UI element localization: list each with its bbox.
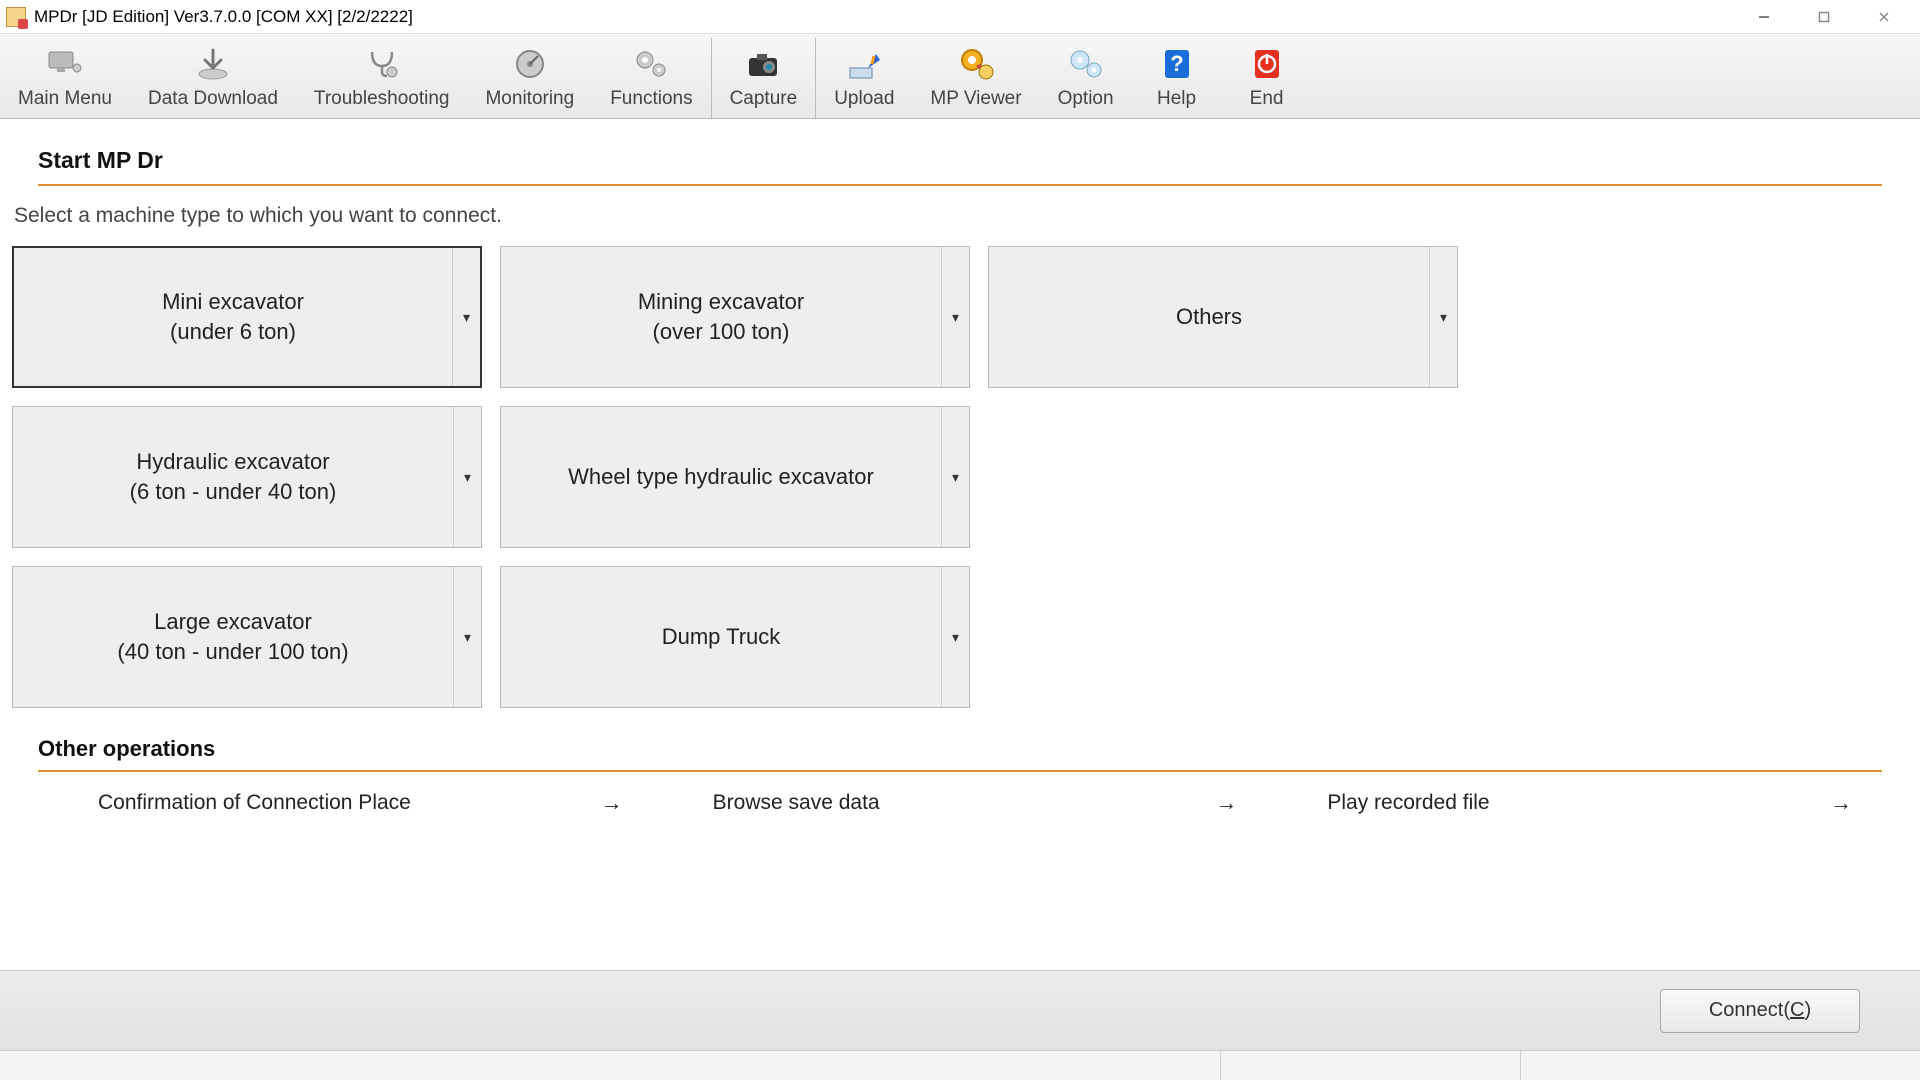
status-segment — [1220, 1051, 1520, 1080]
toolbar-mp-viewer[interactable]: MP Viewer — [912, 38, 1039, 118]
status-segment — [1520, 1051, 1920, 1080]
connect-button[interactable]: Connect(C) — [1660, 989, 1860, 1033]
toolbar-monitoring[interactable]: Monitoring — [467, 38, 592, 118]
arrow-right-icon: → — [601, 790, 623, 816]
toolbar-label: Data Download — [148, 88, 278, 110]
main-content: Start MP Dr Select a machine type to whi… — [0, 119, 1920, 970]
chevron-down-icon: ▾ — [463, 309, 470, 326]
chevron-down-icon: ▾ — [464, 469, 471, 486]
viewer-icon — [954, 44, 998, 84]
toolbar-label: Upload — [834, 88, 894, 110]
machine-label-line1: Mining excavator — [638, 287, 804, 317]
machine-label-line2: (over 100 ton) — [653, 317, 790, 347]
chevron-down-icon: ▾ — [1440, 309, 1447, 326]
arrow-right-icon: → — [1215, 790, 1237, 816]
toolbar-main-menu[interactable]: Main Menu — [0, 38, 130, 118]
connect-label-prefix: Connect( — [1709, 999, 1790, 1022]
toolbar-label: MP Viewer — [930, 88, 1021, 110]
machine-label-line2: (under 6 ton) — [170, 317, 296, 347]
machine-others[interactable]: Others ▾ — [988, 246, 1458, 388]
machine-wheel-hydraulic[interactable]: Wheel type hydraulic excavator ▾ — [500, 406, 970, 548]
arrow-right-icon: → — [1830, 790, 1852, 816]
page-title: Start MP Dr — [8, 129, 1912, 184]
chevron-down-icon: ▾ — [952, 469, 959, 486]
chevron-down-icon: ▾ — [952, 629, 959, 646]
app-icon — [6, 7, 26, 27]
machine-large-excavator[interactable]: Large excavator (40 ton - under 100 ton)… — [12, 566, 482, 708]
toolbar-label: Troubleshooting — [314, 88, 450, 110]
status-bar — [0, 1050, 1920, 1080]
machine-mining-excavator[interactable]: Mining excavator (over 100 ton) ▾ — [500, 246, 970, 388]
toolbar: Main Menu Data Download Troubleshooting … — [0, 34, 1920, 119]
op-browse-save-data[interactable]: Browse save data → — [653, 772, 1268, 834]
machine-label-line2: (6 ton - under 40 ton) — [130, 477, 337, 507]
machine-label: Others — [1176, 302, 1242, 332]
dropdown-toggle[interactable]: ▾ — [941, 247, 969, 387]
upload-icon — [842, 44, 886, 84]
dropdown-toggle[interactable]: ▾ — [941, 567, 969, 707]
toolbar-option[interactable]: Option — [1040, 38, 1132, 118]
machine-label-line1: Hydraulic excavator — [136, 447, 329, 477]
machine-label: Wheel type hydraulic excavator — [568, 462, 874, 492]
svg-text:?: ? — [1170, 51, 1183, 76]
toolbar-capture[interactable]: Capture — [711, 38, 817, 118]
download-icon — [191, 44, 235, 84]
other-operations-heading: Other operations — [8, 708, 1912, 770]
window-controls — [1734, 0, 1914, 34]
op-confirm-connection[interactable]: Confirmation of Connection Place → — [38, 772, 653, 834]
machine-mini-excavator[interactable]: Mini excavator (under 6 ton) ▾ — [12, 246, 482, 388]
toolbar-label: Functions — [610, 88, 692, 110]
machine-label: Dump Truck — [662, 622, 781, 652]
machine-dump-truck[interactable]: Dump Truck ▾ — [500, 566, 970, 708]
toolbar-label: Capture — [730, 88, 798, 110]
settings-icon — [1064, 44, 1108, 84]
instruction-text: Select a machine type to which you want … — [8, 204, 1912, 246]
machine-label-line1: Mini excavator — [162, 287, 304, 317]
gears-icon — [629, 44, 673, 84]
op-label: Browse save data — [713, 791, 880, 815]
toolbar-label: Help — [1157, 88, 1196, 110]
minimize-button[interactable] — [1734, 0, 1794, 34]
stethoscope-icon — [360, 44, 404, 84]
chevron-down-icon: ▾ — [952, 309, 959, 326]
toolbar-end[interactable]: End — [1222, 38, 1312, 118]
machine-label-line2: (40 ton - under 100 ton) — [117, 637, 348, 667]
machine-label-line1: Large excavator — [154, 607, 312, 637]
toolbar-label: Main Menu — [18, 88, 112, 110]
close-button[interactable] — [1854, 0, 1914, 34]
window-title: MPDr [JD Edition] Ver3.7.0.0 [COM XX] [2… — [34, 7, 413, 27]
connect-label-suffix: ) — [1804, 999, 1811, 1022]
op-label: Confirmation of Connection Place — [98, 791, 411, 815]
toolbar-functions[interactable]: Functions — [592, 38, 710, 118]
toolbar-troubleshooting[interactable]: Troubleshooting — [296, 38, 468, 118]
toolbar-label: Option — [1058, 88, 1114, 110]
camera-icon — [741, 44, 785, 84]
machine-grid: Mini excavator (under 6 ton) ▾ Mining ex… — [8, 246, 1912, 708]
gauge-icon — [508, 44, 552, 84]
help-icon: ? — [1155, 44, 1199, 84]
toolbar-label: Monitoring — [485, 88, 574, 110]
footer-bar: Connect(C) — [0, 970, 1920, 1050]
power-icon — [1245, 44, 1289, 84]
toolbar-label: End — [1250, 88, 1284, 110]
op-label: Play recorded file — [1327, 791, 1489, 815]
toolbar-upload[interactable]: Upload — [816, 38, 912, 118]
other-operations-row: Confirmation of Connection Place → Brows… — [38, 770, 1882, 834]
divider — [38, 184, 1882, 186]
dropdown-toggle[interactable]: ▾ — [452, 248, 480, 386]
dropdown-toggle[interactable]: ▾ — [453, 567, 481, 707]
toolbar-help[interactable]: ? Help — [1132, 38, 1222, 118]
machine-hydraulic-excavator[interactable]: Hydraulic excavator (6 ton - under 40 to… — [12, 406, 482, 548]
dropdown-toggle[interactable]: ▾ — [1429, 247, 1457, 387]
monitor-icon — [43, 44, 87, 84]
dropdown-toggle[interactable]: ▾ — [941, 407, 969, 547]
connect-label-key: C — [1790, 999, 1804, 1022]
status-segment — [0, 1051, 1220, 1080]
maximize-button[interactable] — [1794, 0, 1854, 34]
chevron-down-icon: ▾ — [464, 629, 471, 646]
titlebar: MPDr [JD Edition] Ver3.7.0.0 [COM XX] [2… — [0, 0, 1920, 34]
op-play-recorded-file[interactable]: Play recorded file → — [1267, 772, 1882, 834]
dropdown-toggle[interactable]: ▾ — [453, 407, 481, 547]
toolbar-data-download[interactable]: Data Download — [130, 38, 296, 118]
